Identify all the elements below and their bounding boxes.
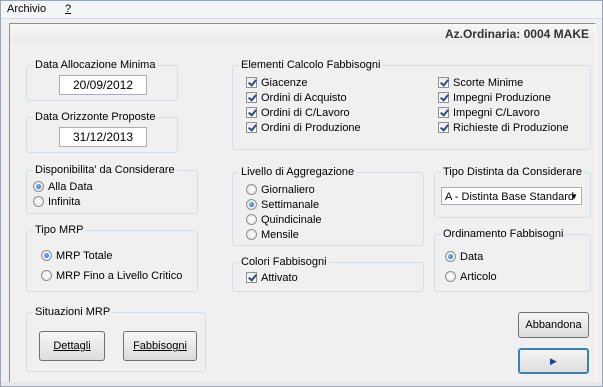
- group-situazioni: Situazioni MRP Dettagli Fabbisogni: [26, 306, 206, 372]
- window: Archivio ? Az.Ordinaria: 0004 MAKE Data …: [0, 0, 603, 387]
- play-icon: ▶: [550, 356, 557, 366]
- group-title: Data Allocazione Minima: [33, 59, 158, 71]
- checkbox-checked-icon: [246, 77, 257, 88]
- group-title: Ordinamento Fabbisogni: [441, 228, 566, 240]
- radio-infinita[interactable]: Infinita: [33, 195, 80, 209]
- check-label: Scorte Minime: [453, 77, 524, 89]
- abbandona-button[interactable]: Abbandona: [518, 312, 589, 338]
- group-title: Livello di Aggregazione: [239, 166, 357, 178]
- radio-mrp-totale[interactable]: MRP Totale: [41, 249, 112, 263]
- radio-label: Data: [460, 251, 484, 263]
- check-label: Impegni Produzione: [453, 92, 551, 104]
- radio-icon: [246, 214, 257, 225]
- group-title: Data Orizzonte Proposte: [33, 111, 158, 123]
- button-label: Dettagli: [53, 340, 91, 352]
- radio-articolo[interactable]: Articolo: [445, 270, 497, 284]
- checkbox-checked-icon: [246, 107, 257, 118]
- checkbox-checked-icon: [438, 107, 449, 118]
- radio-label: MRP Totale: [56, 250, 113, 262]
- check-label: Ordini di C/Lavoro: [261, 107, 350, 119]
- dettagli-button[interactable]: Dettagli: [39, 331, 105, 361]
- group-title: Situazioni MRP: [33, 306, 113, 318]
- radio-label: Giornaliero: [261, 184, 315, 196]
- menu-bar: Archivio ?: [1, 1, 602, 19]
- checkbox-checked-icon: [246, 272, 257, 283]
- radio-label: Mensile: [261, 229, 299, 241]
- button-label: Fabbisogni: [133, 340, 187, 352]
- header-bar: Az.Ordinaria: 0004 MAKE: [10, 24, 595, 42]
- check-giacenze[interactable]: Giacenze: [246, 76, 307, 90]
- radio-label: Infinita: [48, 196, 81, 208]
- checkbox-checked-icon: [246, 122, 257, 133]
- group-tipo-mrp: Tipo MRP MRP Totale MRP Fino a Livello C…: [26, 224, 198, 292]
- check-ordini-acquisto[interactable]: Ordini di Acquisto: [246, 91, 347, 105]
- check-impegni-clavoro[interactable]: Impegni C/Lavoro: [438, 106, 540, 120]
- company-label: Az.Ordinaria: 0004 MAKE: [444, 27, 589, 41]
- group-ordinamento: Ordinamento Fabbisogni Data Articolo: [434, 228, 591, 292]
- radio-label: MRP Fino a Livello Critico: [56, 270, 183, 282]
- check-impegni-produzione[interactable]: Impegni Produzione: [438, 91, 551, 105]
- checkbox-checked-icon: [438, 92, 449, 103]
- menu-archivio[interactable]: Archivio: [7, 3, 46, 15]
- radio-icon: [33, 196, 44, 207]
- check-ordini-produzione[interactable]: Ordini di Produzione: [246, 121, 361, 135]
- button-label: Abbandona: [525, 319, 582, 331]
- radio-label: Settimanale: [261, 199, 320, 211]
- group-elementi: Elementi Calcolo Fabbisogni Giacenze Ord…: [232, 59, 591, 150]
- check-label: Giacenze: [261, 77, 308, 89]
- radio-mensile[interactable]: Mensile: [246, 228, 299, 242]
- radio-giornaliero[interactable]: Giornaliero: [246, 183, 315, 197]
- check-scorte-minime[interactable]: Scorte Minime: [438, 76, 523, 90]
- group-colori: Colori Fabbisogni Attivato: [232, 256, 424, 292]
- group-title: Colori Fabbisogni: [239, 256, 329, 268]
- check-label: Impegni C/Lavoro: [453, 107, 540, 119]
- radio-label: Quindicinale: [261, 214, 322, 226]
- radio-selected-icon: [246, 199, 257, 210]
- checkbox-checked-icon: [246, 92, 257, 103]
- check-label: Ordini di Produzione: [261, 122, 361, 134]
- check-richieste-produzione[interactable]: Richieste di Produzione: [438, 121, 569, 135]
- radio-selected-icon: [445, 251, 456, 262]
- select-value: A - Distinta Base Standard: [445, 191, 575, 203]
- run-button[interactable]: ▶: [518, 348, 589, 374]
- check-label: Attivato: [261, 272, 298, 284]
- check-label: Ordini di Acquisto: [261, 92, 347, 104]
- radio-selected-icon: [41, 250, 52, 261]
- group-data-allocazione: Data Allocazione Minima 20/09/2012: [26, 59, 178, 101]
- radio-data[interactable]: Data: [445, 250, 483, 264]
- radio-settimanale[interactable]: Settimanale: [246, 198, 319, 212]
- menu-help[interactable]: ?: [65, 3, 71, 15]
- checkbox-checked-icon: [438, 77, 449, 88]
- group-title: Tipo Distinta da Considerare: [441, 166, 584, 178]
- chevron-down-icon: ▼: [570, 192, 578, 201]
- check-attivato[interactable]: Attivato: [246, 271, 298, 285]
- radio-icon: [246, 184, 257, 195]
- checkbox-checked-icon: [438, 122, 449, 133]
- group-disponibilita: Disponibilita' da Considerare Alla Data …: [26, 164, 198, 214]
- group-title: Elementi Calcolo Fabbisogni: [239, 59, 383, 71]
- radio-icon: [41, 270, 52, 281]
- check-ordini-clavoro[interactable]: Ordini di C/Lavoro: [246, 106, 350, 120]
- radio-quindicinale[interactable]: Quindicinale: [246, 213, 322, 227]
- radio-label: Articolo: [460, 271, 497, 283]
- data-allocazione-field[interactable]: 20/09/2012: [59, 75, 147, 95]
- group-tipo-distinta: Tipo Distinta da Considerare A - Distint…: [434, 166, 591, 218]
- radio-icon: [246, 229, 257, 240]
- radio-mrp-livello-critico[interactable]: MRP Fino a Livello Critico: [41, 269, 182, 283]
- tipo-distinta-select[interactable]: A - Distinta Base Standard ▼: [441, 187, 582, 205]
- main-panel: Az.Ordinaria: 0004 MAKE Data Allocazione…: [9, 23, 596, 383]
- group-livello: Livello di Aggregazione Giornaliero Sett…: [232, 166, 424, 246]
- group-data-orizzonte: Data Orizzonte Proposte 31/12/2013: [26, 111, 178, 153]
- fabbisogni-button[interactable]: Fabbisogni: [123, 331, 197, 361]
- group-title: Disponibilita' da Considerare: [33, 164, 177, 176]
- radio-alla-data[interactable]: Alla Data: [33, 180, 93, 194]
- data-orizzonte-field[interactable]: 31/12/2013: [59, 127, 147, 147]
- status-bar: [1, 382, 602, 386]
- group-title: Tipo MRP: [33, 224, 86, 236]
- radio-label: Alla Data: [48, 181, 93, 193]
- check-label: Richieste di Produzione: [453, 122, 569, 134]
- radio-selected-icon: [33, 181, 44, 192]
- radio-icon: [445, 271, 456, 282]
